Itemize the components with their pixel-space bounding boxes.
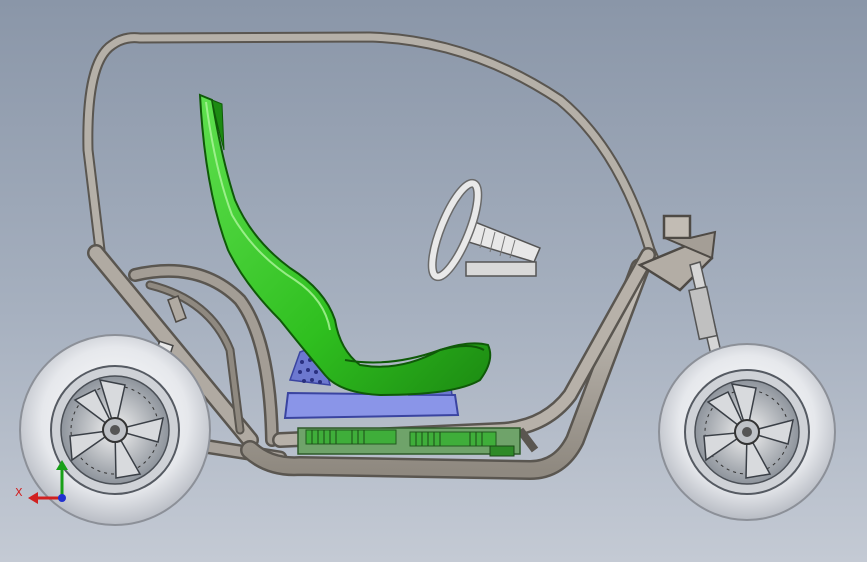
cad-model-scene[interactable]: X [0,0,867,562]
cad-viewport[interactable]: X [0,0,867,562]
triad-z-axis [58,494,66,502]
triad-x-arrowhead [28,492,38,504]
seat[interactable] [198,93,492,397]
roof-frame[interactable] [82,31,666,278]
front-wheel[interactable] [658,343,836,521]
triad-x-label: X [15,486,23,499]
battery-pack[interactable] [297,427,521,457]
